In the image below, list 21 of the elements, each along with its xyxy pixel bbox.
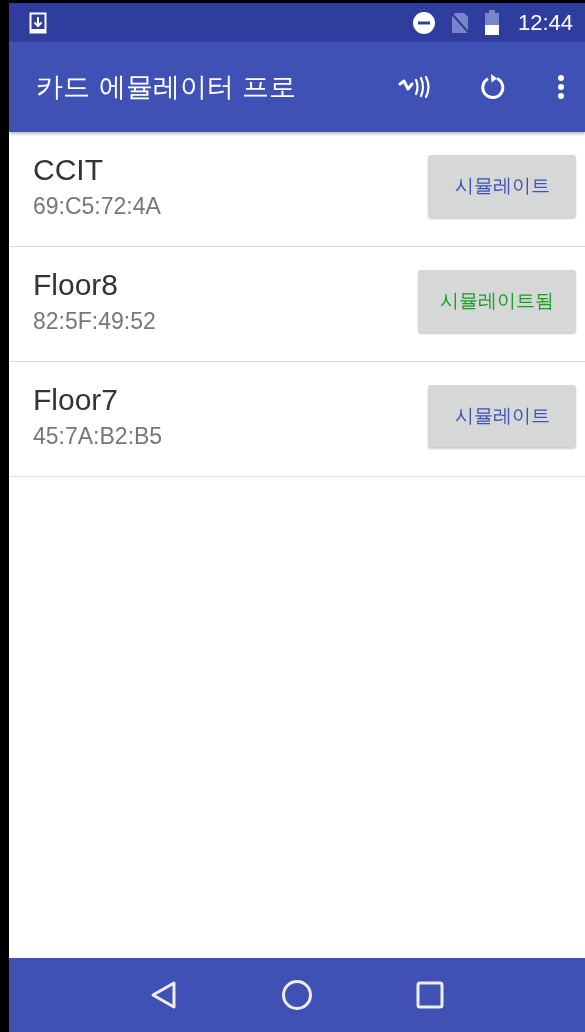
home-icon[interactable]: [281, 979, 313, 1011]
card-name: CCIT: [33, 152, 104, 187]
card-uid: 82:5F:49:52: [33, 307, 157, 335]
refresh-icon[interactable]: [479, 73, 507, 101]
download-icon: [29, 11, 47, 34]
no-sim-icon: [449, 10, 470, 35]
recents-icon[interactable]: [415, 981, 444, 1009]
do-not-disturb-icon: [411, 10, 436, 35]
more-options-icon[interactable]: [557, 75, 565, 99]
card-name: Floor8: [33, 267, 120, 302]
nfc-icon[interactable]: [397, 76, 431, 98]
battery-icon: [483, 9, 500, 36]
card-uid: 69:C5:72:4A: [33, 192, 162, 220]
card-name: Floor7: [33, 382, 120, 417]
app-title: 카드 에뮬레이터 프로: [36, 70, 298, 104]
card-uid: 45:7A:B2:B5: [33, 422, 164, 450]
simulate-button[interactable]: 시뮬레이트됨: [418, 270, 576, 332]
back-icon[interactable]: [150, 980, 179, 1010]
simulate-button[interactable]: 시뮬레이트: [428, 155, 576, 217]
clock-time: 12:44: [517, 9, 573, 36]
simulate-button[interactable]: 시뮬레이트: [428, 385, 576, 447]
